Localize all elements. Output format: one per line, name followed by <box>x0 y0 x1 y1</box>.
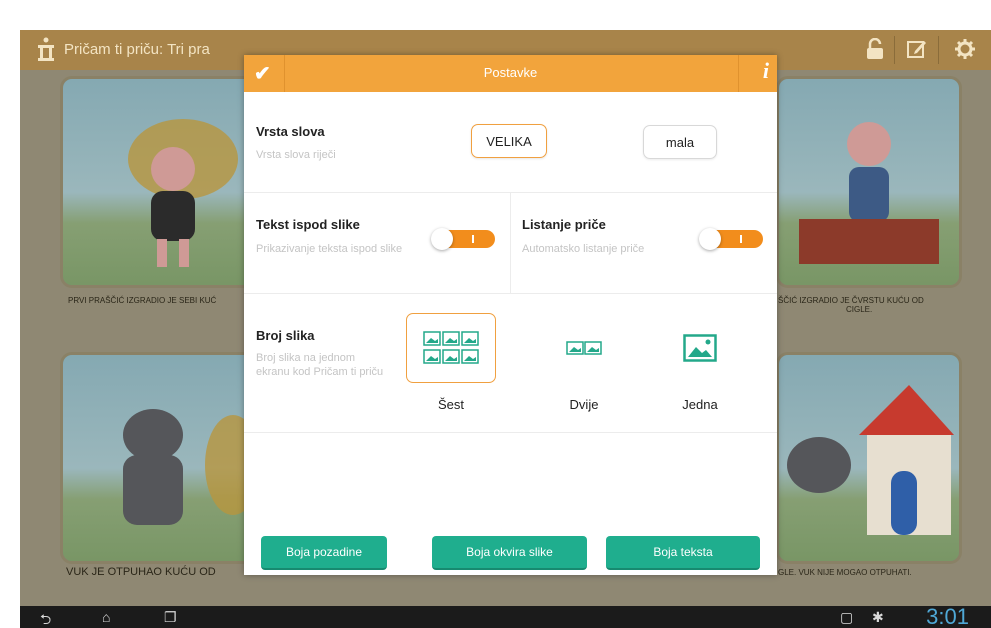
one-image-icon <box>683 334 717 362</box>
story-caption-3: VUK JE OTPUHAO KUĆU OD <box>66 566 216 578</box>
toolbar-divider <box>938 36 939 64</box>
edit-icon[interactable] <box>902 34 932 64</box>
font-lowercase-option[interactable]: mala <box>643 125 717 159</box>
recent-apps-icon[interactable]: ❐ <box>164 609 177 626</box>
toggle-on-indicator <box>472 235 474 243</box>
story-paging-toggle[interactable] <box>699 228 763 250</box>
storybook-icon[interactable] <box>36 36 56 67</box>
text-color-button[interactable]: Boja teksta <box>606 536 760 570</box>
image-count-row: Broj slika Broj slika na jednom ekranu k… <box>244 294 777 433</box>
pig-building-brick-house-illustration <box>799 122 939 264</box>
screenshot-icon[interactable]: ▢ <box>840 609 853 626</box>
two-images-option[interactable] <box>539 313 629 383</box>
font-type-label: Vrsta slova <box>256 124 325 139</box>
one-image-label: Jedna <box>682 397 718 412</box>
story-paging-label: Listanje priče <box>522 217 606 232</box>
pig-with-flute-illustration <box>128 119 238 267</box>
two-images-label: Dvije <box>569 397 599 412</box>
back-icon[interactable]: ⮌ <box>40 609 51 628</box>
toolbar-divider <box>894 36 895 64</box>
settings-icon[interactable] <box>950 34 980 64</box>
font-type-description: Vrsta slova riječi <box>256 149 336 161</box>
text-below-toggle[interactable] <box>431 228 495 250</box>
info-icon[interactable]: i <box>763 58 769 84</box>
one-image-option[interactable] <box>655 313 745 383</box>
six-images-option[interactable] <box>406 313 496 383</box>
story-paging-description: Automatsko listanje priče <box>522 243 645 255</box>
story-caption-2-line-1: ŠČIĆ IZGRADIO JE ČVRSTU KUĆU OD <box>778 296 924 305</box>
home-icon[interactable]: ⌂ <box>102 609 110 625</box>
lock-icon[interactable] <box>860 34 890 64</box>
settings-dialog: ✔ Postavke i Vrsta slova Vrsta slova rij… <box>244 55 777 575</box>
wolf-and-brick-house-illustration <box>787 385 954 535</box>
system-navigation-bar: ⮌ ⌂ ❐ ▢ ✱ 3:01 <box>20 604 991 628</box>
image-count-description: Broj slika na jednom ekranu kod Pričam t… <box>256 352 384 378</box>
story-caption-4: GLE. VUK NIJE MOGAO OTPUHATI. <box>778 568 912 577</box>
status-clock: 3:01 <box>926 604 969 628</box>
six-images-label: Šest <box>437 397 464 412</box>
six-images-icon <box>423 331 479 364</box>
app-title: Pričam ti priču: Tri pra <box>64 41 210 58</box>
wolf-blowing-illustration <box>123 409 261 525</box>
image-frame-color-button[interactable]: Boja okvira slike <box>432 536 587 570</box>
font-type-row: Vrsta slova Vrsta slova riječi VELIKA ma… <box>244 92 777 193</box>
android-debug-icon: ✱ <box>872 609 884 625</box>
toggle-divider <box>510 193 511 293</box>
toggle-on-indicator <box>740 235 742 243</box>
story-caption-2-line-2: CIGLE. <box>846 305 873 314</box>
dialog-header: ✔ Postavke i <box>244 55 777 92</box>
text-below-description: Prikazivanje teksta ispod slike <box>256 243 403 255</box>
toggle-knob <box>431 228 453 250</box>
story-caption-1: PRVI PRAŠČIĆ IZGRADIO JE SEBI KUĆ <box>68 296 217 305</box>
dialog-title: Postavke <box>483 65 538 80</box>
header-divider <box>738 55 739 92</box>
text-below-label: Tekst ispod slike <box>256 217 360 232</box>
story-panel-4[interactable] <box>776 352 962 564</box>
story-panel-2[interactable] <box>776 76 962 288</box>
font-uppercase-option[interactable]: VELIKA <box>471 124 547 158</box>
image-count-label: Broj slika <box>256 328 315 343</box>
toggle-knob <box>699 228 721 250</box>
toggles-row: Tekst ispod slike Prikazivanje teksta is… <box>244 193 777 294</box>
two-images-icon <box>566 341 602 355</box>
background-color-button[interactable]: Boja pozadine <box>261 536 387 570</box>
